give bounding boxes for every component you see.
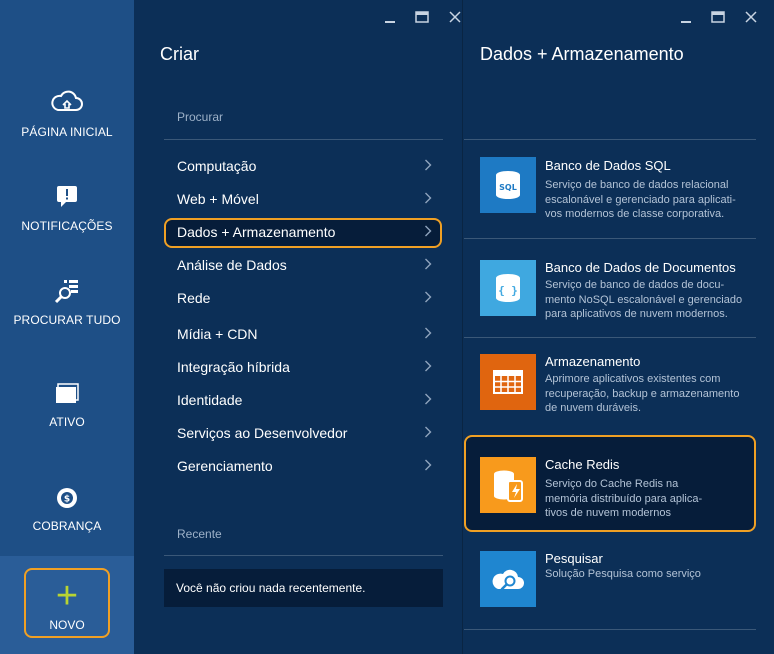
- nav-item-notifications[interactable]: NOTIFICAÇÕES: [0, 184, 134, 233]
- close-icon[interactable]: [447, 9, 463, 25]
- menu-item[interactable]: Computação: [164, 152, 442, 180]
- menu-item[interactable]: Rede: [164, 284, 442, 312]
- menu-item-label: Mídia + CDN: [177, 326, 258, 342]
- divider: [164, 555, 443, 556]
- create-blade-controls: [370, 9, 463, 25]
- divider: [164, 139, 443, 140]
- menu-item-label: Gerenciamento: [177, 458, 273, 474]
- plus-icon: +: [55, 575, 79, 617]
- menu-item[interactable]: Mídia + CDN: [164, 320, 442, 348]
- menu-item-label: Rede: [177, 290, 211, 306]
- recent-section-label: Recente: [177, 527, 222, 541]
- nav-item-home[interactable]: PÁGINA INICIAL: [0, 90, 134, 139]
- menu-item-label: Identidade: [177, 392, 243, 408]
- nav-item-browse-all-label: PROCURAR TUDO: [13, 313, 121, 327]
- chevron-right-icon: [425, 258, 432, 270]
- svg-text:$: $: [64, 495, 70, 505]
- chevron-right-icon: [425, 159, 432, 171]
- menu-item[interactable]: Dados + Armazenamento: [164, 218, 442, 248]
- search-cloud-icon: [480, 551, 536, 607]
- chevron-right-icon: [425, 360, 432, 372]
- minimize-icon[interactable]: [382, 9, 398, 25]
- minimize-icon[interactable]: [678, 9, 694, 25]
- service-storage[interactable]: Armazenamento Aprimore aplicativos exist…: [464, 346, 756, 426]
- menu-item[interactable]: Identidade: [164, 386, 442, 414]
- active-window-icon: [0, 382, 134, 409]
- recent-empty-panel: Você não criou nada recentemente.: [164, 569, 443, 607]
- menu-item-label: Dados + Armazenamento: [177, 224, 336, 240]
- service-redis-cache[interactable]: Cache Redis Serviço do Cache Redis na me…: [464, 435, 756, 532]
- service-documentdb[interactable]: { } Banco de Dados de Documentos Serviço…: [464, 250, 756, 332]
- menu-item[interactable]: Integração híbrida: [164, 353, 442, 381]
- menu-item-label: Web + Móvel: [177, 191, 259, 207]
- nav-item-notifications-label: NOTIFICAÇÕES: [21, 219, 113, 233]
- nav-item-browse-all[interactable]: PROCURAR TUDO: [0, 278, 134, 327]
- nav-item-active-label: ATIVO: [49, 415, 85, 429]
- chevron-right-icon: [425, 426, 432, 438]
- service-name: Banco de Dados SQL: [545, 158, 671, 173]
- menu-item[interactable]: Gerenciamento: [164, 452, 442, 480]
- service-description: Aprimore aplicativos existentes com recu…: [545, 373, 740, 414]
- service-sql-database[interactable]: SQL Banco de Dados SQL Serviço de banco …: [464, 150, 756, 232]
- chevron-right-icon: [425, 327, 432, 339]
- nav-item-billing[interactable]: $ COBRANÇA: [0, 486, 134, 533]
- divider: [464, 238, 756, 239]
- menu-item-label: Computação: [177, 158, 257, 174]
- svg-text:SQL: SQL: [499, 183, 517, 192]
- nav-item-home-label: PÁGINA INICIAL: [21, 125, 113, 139]
- browse-section-label: Procurar: [177, 110, 224, 124]
- service-name: Pesquisar: [545, 551, 603, 566]
- chevron-right-icon: [425, 393, 432, 405]
- billing-icon: $: [0, 486, 134, 513]
- notification-icon: [0, 184, 134, 213]
- divider: [464, 139, 756, 140]
- close-icon[interactable]: [743, 9, 759, 25]
- browse-all-icon: [0, 278, 134, 307]
- redis-cache-icon: [480, 457, 536, 513]
- menu-item[interactable]: Serviços ao Desenvolvedor: [164, 419, 442, 447]
- new-button-label: NOVO: [49, 618, 85, 632]
- menu-item-label: Integração híbrida: [177, 359, 290, 375]
- chevron-right-icon: [425, 291, 432, 303]
- sql-database-icon: SQL: [480, 157, 536, 213]
- svg-text:{ }: { }: [498, 284, 518, 297]
- cloud-home-icon: [0, 90, 134, 119]
- maximize-icon[interactable]: [710, 9, 726, 25]
- storage-table-icon: [480, 354, 536, 410]
- recent-empty-text: Você não criou nada recentemente.: [176, 581, 366, 595]
- menu-item[interactable]: Web + Móvel: [164, 185, 442, 213]
- divider: [464, 629, 756, 630]
- service-description: Serviço do Cache Redis na memória distri…: [545, 478, 703, 519]
- service-name: Armazenamento: [545, 354, 641, 369]
- chevron-right-icon: [425, 459, 432, 471]
- chevron-right-icon: [425, 192, 432, 204]
- nav-item-billing-label: COBRANÇA: [32, 519, 102, 533]
- nav-item-active[interactable]: ATIVO: [0, 382, 134, 429]
- divider: [464, 337, 756, 338]
- data-storage-blade-title: Dados + Armazenamento: [480, 44, 684, 64]
- maximize-icon[interactable]: [414, 9, 430, 25]
- new-button[interactable]: + NOVO: [24, 568, 110, 638]
- service-name: Cache Redis: [545, 457, 620, 472]
- menu-item-label: Serviços ao Desenvolvedor: [177, 425, 348, 441]
- service-name: Banco de Dados de Documentos: [545, 260, 736, 275]
- left-nav: PÁGINA INICIAL NOTIFICAÇÕES PROCURAR TUD: [0, 0, 134, 654]
- menu-item[interactable]: Análise de Dados: [164, 251, 442, 279]
- service-description: Serviço de banco de dados relacional esc…: [545, 179, 736, 220]
- chevron-right-icon: [425, 225, 432, 237]
- menu-item-label: Análise de Dados: [177, 257, 287, 273]
- service-search[interactable]: Pesquisar Solução Pesquisa como serviço: [464, 545, 756, 615]
- service-description: Serviço de banco de dados de docu- mento…: [545, 279, 743, 320]
- service-description: Solução Pesquisa como serviço: [545, 568, 701, 580]
- create-blade-title: Criar: [160, 44, 199, 64]
- documentdb-icon: { }: [480, 260, 536, 316]
- data-storage-blade-controls: [666, 9, 759, 25]
